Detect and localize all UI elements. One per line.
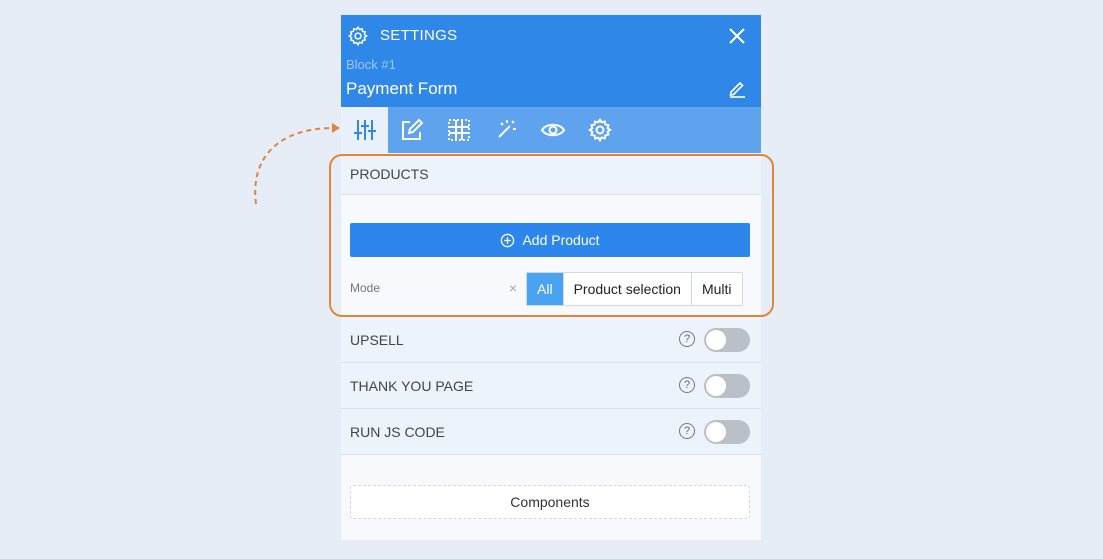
tab-edit[interactable] — [388, 107, 435, 153]
section-upsell[interactable]: UPSELL ? — [341, 317, 761, 363]
gear-icon — [587, 117, 612, 143]
thank-you-page-toggle[interactable] — [704, 374, 750, 398]
block-name: Payment Form — [346, 79, 458, 98]
run-js-code-toggle[interactable] — [704, 420, 750, 444]
magic-wand-icon — [497, 120, 516, 138]
mode-option-multi[interactable]: Multi — [690, 273, 742, 305]
products-body: Add Product Mode × All Product selection… — [341, 195, 761, 317]
help-icon[interactable]: ? — [679, 423, 695, 439]
add-product-label: Add Product — [522, 232, 600, 248]
section-thank-you-page[interactable]: THANK YOU PAGE ? — [341, 363, 761, 409]
sliders-icon — [353, 120, 376, 140]
mode-label: Mode — [350, 281, 381, 295]
mode-option-all[interactable]: All — [527, 273, 563, 305]
settings-panel: SETTINGS Block #1 Payment Form PRODUCTS … — [329, 15, 774, 540]
gear-icon — [347, 25, 368, 47]
edit-name-icon[interactable] — [727, 78, 747, 98]
section-label: THANK YOU PAGE — [350, 377, 474, 394]
grid-icon — [447, 119, 470, 141]
edit-icon — [401, 118, 423, 140]
components-button[interactable]: Components — [350, 485, 750, 519]
settings-title: SETTINGS — [380, 27, 458, 44]
tab-visibility[interactable] — [529, 107, 576, 153]
help-icon[interactable]: ? — [679, 331, 695, 347]
close-icon[interactable] — [727, 26, 747, 46]
upsell-toggle[interactable] — [704, 328, 750, 352]
settings-header: SETTINGS Block #1 Payment Form — [341, 15, 761, 107]
tab-layout[interactable] — [435, 107, 482, 153]
tab-general[interactable] — [341, 107, 388, 153]
products-section: PRODUCTS Add Product Mode × All Product … — [329, 153, 774, 317]
mode-option-product-selection[interactable]: Product selection — [562, 273, 691, 305]
tab-effects[interactable] — [482, 107, 529, 153]
block-label: Block #1 — [346, 57, 396, 72]
settings-toolbar — [341, 107, 761, 153]
products-heading[interactable]: PRODUCTS — [341, 153, 761, 195]
mode-clear-icon[interactable]: × — [509, 280, 517, 296]
plus-circle-icon — [501, 233, 515, 247]
callout-arrow — [254, 123, 340, 205]
help-icon[interactable]: ? — [679, 377, 695, 393]
section-label: UPSELL — [350, 331, 404, 348]
section-label: RUN JS CODE — [350, 423, 445, 440]
eye-icon — [540, 123, 565, 137]
mode-selector: All Product selection Multi — [526, 272, 743, 306]
tab-settings[interactable] — [576, 107, 623, 153]
add-product-button[interactable]: Add Product — [350, 223, 750, 257]
section-run-js-code[interactable]: RUN JS CODE ? — [341, 409, 761, 455]
